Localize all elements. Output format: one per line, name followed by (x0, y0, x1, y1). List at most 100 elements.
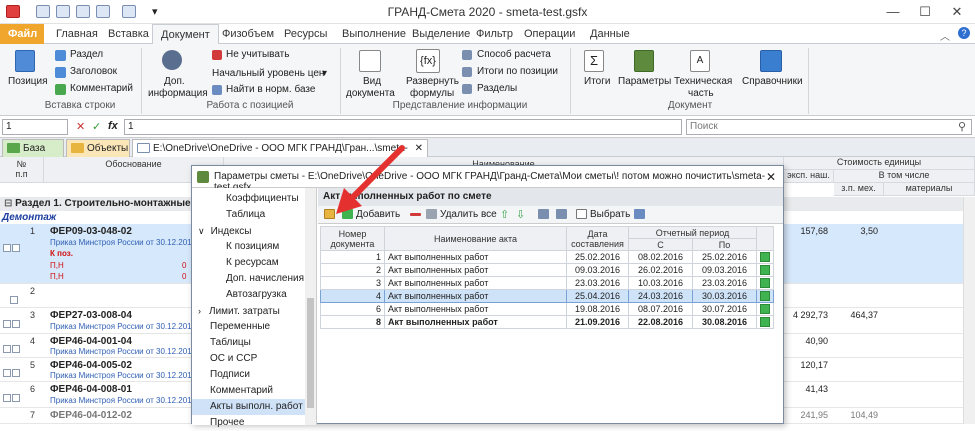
act-date: 19.08.2016 (566, 302, 629, 316)
window-title: ГРАНД-Смета 2020 - smeta-test.gsfx (387, 5, 588, 19)
act-date: 25.04.2016 (566, 289, 629, 303)
select-button[interactable]: Выбрать (590, 208, 630, 221)
row-code: ФЕР46-04-001-04 (50, 336, 132, 347)
tab-operations[interactable]: Операции (516, 24, 583, 44)
act-status-icon[interactable] (760, 278, 770, 289)
totals-button[interactable]: Итоги (584, 76, 610, 87)
extra-info-button[interactable]: Доп. (164, 76, 185, 87)
refs-icon (760, 50, 782, 72)
initial-level-dropdown[interactable]: Начальный уровень цен (212, 68, 324, 79)
tab-document[interactable]: Документ (152, 24, 219, 45)
tab-objects[interactable]: Объекты (66, 139, 130, 157)
position-button[interactable]: Позиция (8, 76, 48, 87)
nav-other[interactable]: Прочее (192, 415, 305, 431)
table-row[interactable]: 3 Акт выполненных работ 23.03.2016 10.03.20… (320, 276, 774, 290)
maximize-icon[interactable]: ☐ (910, 2, 940, 22)
nav-variables[interactable]: Переменные (192, 319, 305, 335)
move-down-icon[interactable]: ⇩ (516, 208, 525, 221)
sort-icon[interactable] (556, 209, 567, 219)
fx-icon[interactable]: fx (108, 120, 118, 132)
row-order: Приказ Минстроя России от 30.12.2016 № (50, 347, 207, 356)
params-button[interactable]: Параметры (618, 76, 671, 87)
find-base-button[interactable]: Найти в норм. базе (226, 84, 315, 95)
minimize-icon[interactable]: — (878, 2, 908, 22)
table-row[interactable]: 2 Акт выполненных работ 09.03.2016 26.02.20… (320, 263, 774, 277)
totals-pos-icon (462, 67, 472, 77)
doc-view-label2: документа (346, 88, 395, 99)
formula-icon: {fx} (416, 49, 440, 73)
formula-input[interactable]: 1 (124, 119, 682, 135)
cancel-icon[interactable]: ✕ (76, 120, 85, 133)
nav-autoload[interactable]: Автозагрузка (192, 287, 305, 303)
search-icon[interactable]: ⚲ (958, 120, 966, 133)
act-status-icon[interactable] (760, 252, 770, 263)
nav-to-positions[interactable]: К позициям (192, 239, 305, 255)
edit-icon[interactable] (324, 209, 335, 219)
delete-all-button[interactable]: Удалить все (440, 208, 497, 221)
tab-file[interactable]: E:\OneDrive\OneDrive - ООО МГК ГРАНД\Гра… (132, 139, 428, 171)
act-status-icon[interactable] (760, 265, 770, 276)
totals-by-pos-button[interactable]: Итоги по позиции (477, 66, 558, 77)
close-tab-icon[interactable]: ✕ (415, 140, 423, 157)
nav-signatures[interactable]: Подписи (192, 367, 305, 383)
move-up-icon[interactable]: ⇧ (500, 208, 509, 221)
dialog-close-icon[interactable]: ✕ (766, 170, 776, 184)
nav-to-resources[interactable]: К ресурсам (192, 255, 305, 271)
nav-os-ssr[interactable]: ОС и ССР (192, 351, 305, 367)
expand-formulas-button[interactable]: Развернуть (406, 76, 459, 87)
print-acts-icon[interactable] (634, 209, 645, 219)
nav-tables[interactable]: Таблицы (192, 335, 305, 351)
tab-file[interactable]: Файл (0, 24, 44, 44)
act-name: Акт выполненных работ (384, 302, 567, 316)
tab-data[interactable]: Данные (582, 24, 638, 44)
th-to: По (692, 238, 757, 251)
calc-method-button[interactable]: Способ расчета (477, 49, 551, 60)
grid-scrollbar[interactable] (963, 197, 975, 424)
nav-extra-charges[interactable]: Доп. начисления (192, 271, 305, 287)
help-icon[interactable]: ? (958, 27, 970, 39)
params-nav: Коэффициенты Таблица ∨ Индексы К позициям… (192, 188, 317, 428)
act-status-icon[interactable] (760, 317, 770, 328)
not-count-button[interactable]: Не учитывать (226, 49, 289, 60)
comment-button[interactable]: Комментарий (70, 83, 133, 94)
group-doc-label: Документ (667, 100, 713, 111)
nav-coefficients[interactable]: Коэффициенты (192, 191, 305, 207)
tab-filter[interactable]: Фильтр (468, 24, 521, 44)
close-icon[interactable]: ✕ (942, 2, 972, 22)
delete-icon[interactable] (410, 213, 421, 216)
act-status-icon[interactable] (760, 304, 770, 315)
nav-table[interactable]: Таблица (192, 207, 305, 223)
table-row[interactable]: 8 Акт выполненных работ 21.09.2016 22.08.20… (320, 315, 774, 329)
act-no: 4 (320, 289, 385, 303)
table-row[interactable]: 4 Акт выполненных работ 25.04.2016 24.03.20… (320, 289, 774, 303)
nav-limit-costs[interactable]: › Лимит. затраты (192, 303, 305, 319)
table-row[interactable]: 6 Акт выполненных работ 19.08.2016 08.07.20… (320, 302, 774, 316)
nav-comment[interactable]: Комментарий (192, 383, 305, 399)
renumber-icon[interactable] (538, 209, 549, 219)
header-button[interactable]: Заголовок (70, 66, 117, 77)
table-row[interactable]: 1 Акт выполненных работ 25.02.2016 08.02.20… (320, 250, 774, 264)
tab-resources[interactable]: Ресурсы (276, 24, 335, 44)
tab-insert[interactable]: Вставка (100, 24, 157, 44)
act-from: 10.03.2016 (628, 276, 693, 290)
refs-button[interactable]: Справочники (742, 76, 803, 87)
collapse-ribbon-icon[interactable]: ︿ (940, 28, 950, 43)
add-button[interactable]: Добавить (356, 208, 400, 221)
tab-volume[interactable]: Физобъем (214, 24, 282, 44)
cell-name-input[interactable]: 1 (2, 119, 68, 135)
doc-view-button[interactable]: Вид (363, 76, 381, 87)
sections-button[interactable]: Разделы (477, 83, 517, 94)
act-status-icon[interactable] (760, 291, 770, 302)
tab-base[interactable]: База (2, 139, 64, 157)
nav-indices[interactable]: ∨ Индексы (192, 223, 305, 239)
act-date: 23.03.2016 (566, 276, 629, 290)
search-input[interactable]: Поиск (686, 119, 972, 135)
tech-part-button[interactable]: Техническая (674, 76, 732, 87)
tab-home[interactable]: Главная (48, 24, 106, 44)
section-button[interactable]: Раздел (70, 49, 103, 60)
confirm-icon[interactable]: ✓ (92, 120, 101, 133)
nav-scrollbar[interactable] (305, 188, 316, 425)
nav-acts[interactable]: Акты выполн. работ (192, 399, 305, 415)
th-name: Наименование акта (384, 226, 567, 251)
tab-execution[interactable]: Выполнение (334, 24, 414, 44)
